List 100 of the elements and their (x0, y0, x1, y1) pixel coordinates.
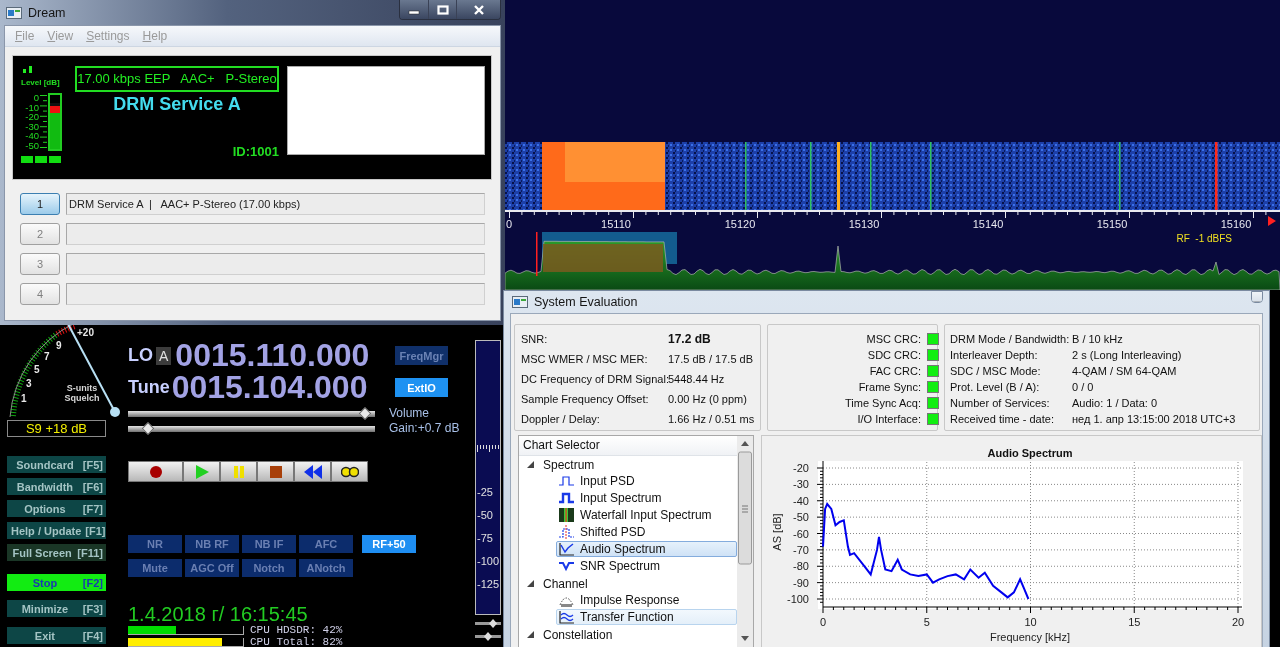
step-line-icon (558, 474, 575, 488)
tree-item[interactable]: Input Spectrum (556, 490, 737, 506)
dsp-button[interactable]: ANotch (299, 559, 353, 577)
dsp-button[interactable]: AGC Off (185, 559, 239, 577)
field-label: MSC CRC: (865, 332, 921, 347)
tree-item[interactable]: Channel (519, 575, 737, 592)
chart-icon (558, 542, 575, 556)
field-label: Received time - date: (950, 412, 1055, 427)
rewind-icon (303, 464, 322, 479)
service-button[interactable]: 3 (20, 253, 60, 275)
wave-chart-icon (558, 610, 575, 624)
service-name: DRM Service A (112, 94, 242, 115)
tree-item[interactable]: Impulse Response (556, 592, 737, 608)
close-button[interactable] (456, 0, 500, 19)
vfo-label: LO (128, 345, 153, 366)
tree-item[interactable]: Spectrum (519, 456, 737, 473)
scale-label: 15140 (972, 218, 1004, 230)
tree-item[interactable]: Input PSD (556, 473, 737, 489)
dsp-button[interactable]: NB RF (185, 535, 239, 553)
tick-label: -70 (793, 543, 809, 556)
loop-icon (340, 464, 359, 479)
scale-label: 15110 (601, 218, 631, 230)
field-label: SDC CRC: (866, 348, 921, 363)
axis-title: AS [dB] (771, 513, 783, 551)
scale-label: 15160 (1220, 218, 1252, 230)
step-line-icon (558, 491, 575, 505)
field-label: Prot. Level (B / A): (950, 380, 1041, 395)
scale-label: 15120 (724, 218, 756, 230)
scale-label: 5 (34, 364, 40, 375)
function-button[interactable]: Exit [F4] (7, 627, 106, 644)
field-label: SNR: (521, 332, 549, 347)
transport-button[interactable] (294, 461, 331, 482)
dsp-button[interactable]: NR (128, 535, 182, 553)
tick-label: -100 (786, 593, 809, 605)
tree-item[interactable]: SNR Spectrum (556, 558, 737, 574)
stop-button[interactable]: Stop [F2] (7, 574, 106, 591)
scrollbar[interactable] (737, 436, 753, 647)
cpu-label: CPU Total: 82% (250, 637, 343, 647)
expand-icon (527, 580, 534, 587)
tick-label: -90 (793, 576, 809, 589)
toolbar-button[interactable]: FreqMgr (395, 346, 448, 365)
dsp-button[interactable]: AFC (299, 535, 353, 553)
field-value: 5448.44 Hz (668, 372, 726, 387)
field-label: Doppler / Delay: (521, 412, 601, 427)
function-button[interactable]: Minimize [F3] (7, 600, 106, 617)
dip-line-icon (558, 559, 575, 573)
function-button[interactable]: Full Screen [F11] (7, 544, 106, 561)
dsp-button[interactable]: Notch (242, 559, 296, 577)
expand-icon (527, 461, 534, 468)
service-id: ID:1001 (231, 144, 279, 159)
indicator-icon (23, 66, 33, 74)
waterfall-icon (558, 508, 575, 522)
field-label: Interleaver Depth: (950, 348, 1039, 363)
maximize-button[interactable] (428, 0, 456, 19)
field-label: DRM Mode / Bandwidth: (950, 332, 1071, 347)
scale-label: 7 (44, 351, 50, 362)
mini-slider[interactable] (475, 619, 501, 628)
dsp-button[interactable]: RF+50 (362, 535, 416, 553)
function-button[interactable]: Bandwidth [F6] (7, 478, 106, 495)
scale-label: -10 (24, 102, 39, 112)
tree-item[interactable]: Shifted PSD (556, 524, 737, 540)
transport-button[interactable] (331, 461, 368, 482)
function-button[interactable]: Soundcard [F5] (7, 456, 106, 473)
mini-slider[interactable] (475, 632, 501, 641)
tree-item[interactable]: Transfer Function (556, 609, 737, 625)
tree-item[interactable]: Audio Spectrum (556, 541, 737, 557)
scale-label: -50 (24, 140, 39, 150)
slider-thumb[interactable] (141, 422, 155, 435)
vfo-label: Tune (128, 377, 170, 398)
tree-item[interactable]: Waterfall Input Spectrum (556, 507, 737, 523)
function-button[interactable]: Options [F7] (7, 500, 106, 517)
toolbar-button[interactable]: ExtIO (395, 378, 448, 397)
tick-label: 10 (1024, 616, 1037, 628)
field-label: FAC CRC: (868, 364, 921, 379)
transport-button[interactable] (128, 461, 183, 482)
service-button[interactable]: 1 (20, 193, 60, 215)
frequency-display[interactable]: 0015.110.000 (175, 342, 370, 369)
field-value: 1.66 Hz / 0.51 ms (668, 412, 755, 427)
indicator-icon (21, 156, 61, 163)
service-button[interactable]: 2 (20, 223, 60, 245)
scale-label: 0 (506, 218, 513, 230)
service-button[interactable]: 4 (20, 283, 60, 305)
field-value: B / 10 kHz (1072, 332, 1124, 347)
scale-label: -100 (477, 554, 500, 569)
dsp-button[interactable]: NB IF (242, 535, 296, 553)
tree-item[interactable]: Constellation (519, 626, 737, 643)
gain-label: Gain:+0.7 dB (389, 421, 460, 436)
dial-label: S-units (66, 383, 98, 393)
bitrate-label: 17.00 kbps EEP AAC+ P-Stereo (75, 66, 279, 92)
dsp-button[interactable]: Mute (128, 559, 182, 577)
minimize-button[interactable] (400, 0, 428, 19)
tick-label: 5 (923, 616, 930, 628)
vfo-button[interactable]: A (156, 346, 172, 365)
scale-label: -20 (24, 112, 39, 122)
frequency-display[interactable]: 0015.104.000 (171, 374, 368, 401)
field-label: Frame Sync: (857, 380, 921, 395)
slider-thumb[interactable] (358, 407, 372, 420)
field-value: 2 s (Long Interleaving) (1072, 348, 1183, 363)
scale-label: -125 (477, 577, 500, 592)
function-button[interactable]: Help / Update [F1] (7, 522, 106, 539)
